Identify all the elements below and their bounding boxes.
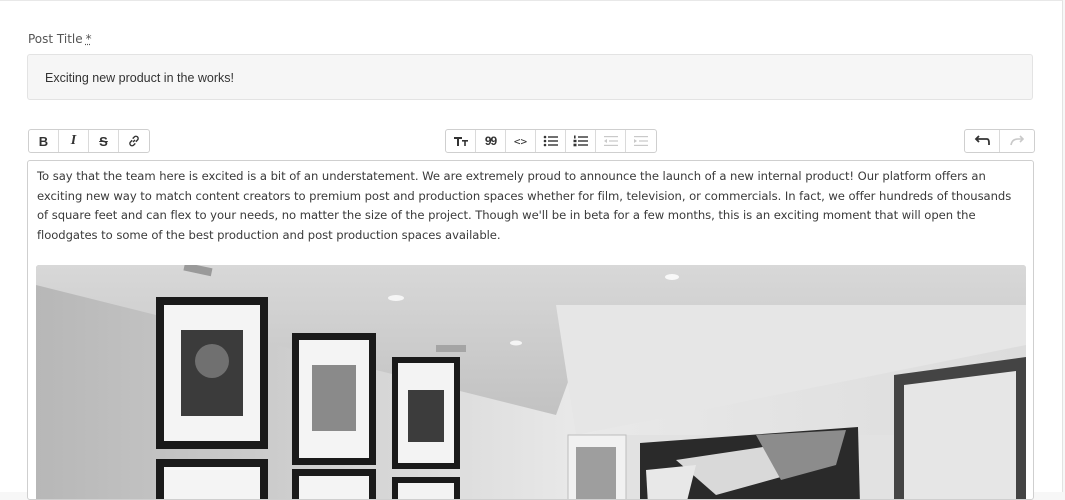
format-toolbar-group: B I S xyxy=(28,129,150,153)
block-toolbar-group: 99 <> xyxy=(445,129,657,153)
code-button[interactable]: <> xyxy=(506,130,536,152)
post-editor-panel: Post Title * Exciting new product in the … xyxy=(0,0,1063,500)
text-size-icon xyxy=(453,137,468,146)
italic-icon: I xyxy=(70,133,77,148)
code-icon: <> xyxy=(513,134,528,148)
numbered-list-button[interactable] xyxy=(566,130,596,152)
outdent-button[interactable] xyxy=(596,130,626,152)
editor-body-text[interactable]: To say that the team here is excited is … xyxy=(37,167,1017,245)
redo-icon xyxy=(1010,135,1025,146)
outdent-icon xyxy=(603,136,618,146)
bold-button[interactable]: B xyxy=(29,130,59,152)
post-title-label: Post Title * xyxy=(28,32,92,46)
undo-icon xyxy=(974,135,990,145)
history-toolbar-group xyxy=(964,129,1035,153)
post-title-label-text: Post Title xyxy=(28,32,83,46)
bullet-list-button[interactable] xyxy=(536,130,566,152)
photo-image xyxy=(36,265,1026,499)
bold-icon: B xyxy=(38,133,49,149)
indent-button[interactable] xyxy=(626,130,656,152)
redo-button[interactable] xyxy=(1000,130,1034,152)
post-title-input[interactable]: Exciting new product in the works! xyxy=(27,54,1033,100)
link-icon xyxy=(129,135,139,147)
strikethrough-icon: S xyxy=(99,133,108,149)
indent-icon xyxy=(634,136,648,146)
strikethrough-button[interactable]: S xyxy=(89,130,119,152)
bullet-list-icon xyxy=(543,135,558,147)
heading-button[interactable] xyxy=(446,130,476,152)
numbered-list-icon xyxy=(573,135,588,147)
quote-icon: 99 xyxy=(484,134,497,148)
required-marker: * xyxy=(85,32,92,46)
italic-button[interactable]: I xyxy=(59,130,89,152)
embedded-photo[interactable] xyxy=(36,265,1026,499)
link-button[interactable] xyxy=(119,130,149,152)
quote-button[interactable]: 99 xyxy=(476,130,506,152)
rich-text-editor[interactable]: To say that the team here is excited is … xyxy=(27,160,1034,500)
undo-button[interactable] xyxy=(965,130,1000,152)
